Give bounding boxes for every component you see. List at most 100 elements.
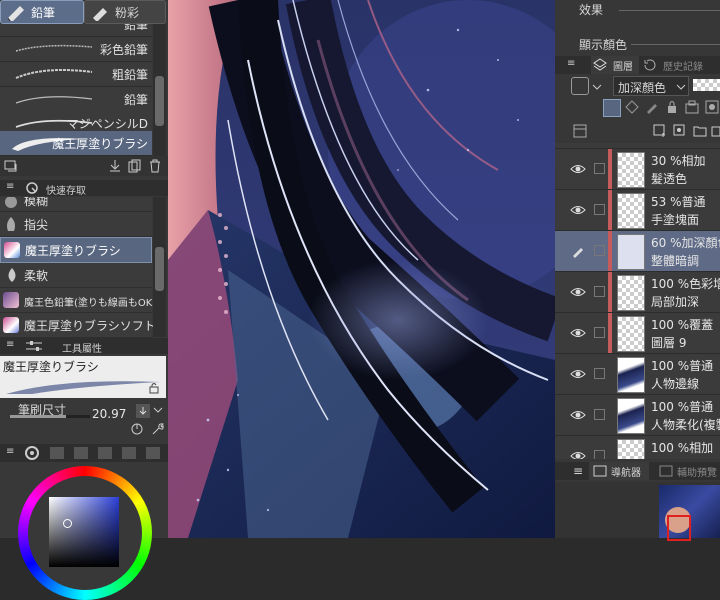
menu-icon[interactable]: ≡ (6, 181, 14, 192)
color-wheel-header[interactable]: ≡ (0, 444, 168, 462)
layer-checkbox[interactable] (594, 450, 605, 459)
quick-item-blur[interactable]: 模糊 (0, 197, 152, 212)
navigator-preview[interactable] (555, 482, 720, 541)
quick-item-finger[interactable]: 指尖 (0, 212, 152, 237)
new-folder-icon[interactable] (693, 124, 707, 138)
subtool-item-color-pencil[interactable]: 彩色鉛筆 (0, 37, 152, 62)
scroll-thumb[interactable] (155, 76, 164, 126)
eye-icon[interactable] (570, 366, 586, 382)
brush-size-value[interactable]: 20.97 (92, 407, 126, 421)
copy-icon[interactable] (128, 159, 142, 173)
layer-row[interactable]: 53 %普通 手塗塊面 (555, 190, 720, 231)
quick-access-icon (26, 182, 38, 194)
quick-access-scrollbar[interactable] (153, 197, 166, 337)
scroll-thumb[interactable] (155, 247, 164, 291)
color-picker-cursor[interactable] (63, 519, 72, 528)
menu-icon[interactable]: ≡ (6, 446, 14, 457)
layer-row[interactable]: 60 %加深顏色整體暗調 (555, 231, 720, 272)
color-wheel[interactable] (18, 466, 152, 600)
eye-icon[interactable] (570, 161, 586, 177)
quick-item-color-pencil[interactable]: 魔王色鉛筆(塗りも線画もOK！) (0, 288, 166, 313)
pen-edit-icon[interactable] (570, 243, 586, 259)
layer-checkbox[interactable] (594, 409, 605, 420)
layer-properties-icon[interactable] (573, 124, 587, 138)
trash-icon[interactable] (148, 159, 162, 173)
color-tab-icon[interactable] (74, 447, 88, 459)
color-tab-icon[interactable] (50, 447, 64, 459)
tab-history[interactable]: 歷史記錄 (641, 56, 711, 74)
opacity-slider[interactable] (693, 79, 720, 91)
color-tab-icon[interactable] (122, 447, 136, 459)
draft-layer-icon[interactable] (645, 100, 659, 114)
new-vector-layer-icon[interactable] (673, 124, 687, 138)
layer-mode-opacity: 100 %色彩增值 (651, 277, 720, 291)
brush-size-slider[interactable] (10, 415, 90, 418)
layer-checkbox[interactable] (594, 286, 605, 297)
tab-navigator[interactable]: 導航器 (589, 462, 649, 480)
eye-icon[interactable] (570, 325, 586, 341)
settings-icon[interactable] (4, 159, 18, 173)
menu-icon[interactable]: ≡ (567, 58, 575, 69)
lock-icon[interactable] (665, 100, 679, 114)
eye-icon[interactable] (570, 284, 586, 300)
lock-transparent-icon[interactable] (685, 100, 699, 114)
effects-label: 效果 (579, 3, 604, 17)
quick-access-header[interactable]: ≡ 快速存取 (0, 180, 168, 197)
tab-layers[interactable]: 圖層 (591, 56, 639, 74)
tab-pencil[interactable]: 鉛筆 (0, 0, 84, 24)
tab-sub-view[interactable]: 輔助預覽 (655, 462, 720, 480)
eye-icon[interactable] (570, 448, 586, 459)
layer-checkbox[interactable] (594, 327, 605, 338)
subtool-item-pencil[interactable]: 鉛筆 (0, 87, 152, 112)
layer-checkbox[interactable] (594, 245, 605, 256)
tool-property-header[interactable]: ≡ 工具屬性 (0, 338, 168, 355)
decrement-icon[interactable] (136, 404, 150, 418)
eye-icon[interactable] (570, 202, 586, 218)
layer-row[interactable]: 100 %相加 (555, 436, 720, 459)
menu-icon[interactable]: ≡ (573, 464, 583, 478)
layer-row[interactable]: 100 %普通人物柔化(複製) (555, 395, 720, 436)
chevron-down-icon[interactable] (592, 82, 602, 92)
left-panel: 鉛筆 粉彩 鉛筆 彩色鉛筆 粗鉛筆 鉛筆 マジペンシルD 魔王厚塗りブラシ ≡ (0, 0, 168, 600)
subtool-item-maou-brush[interactable]: 魔王厚塗りブラシ (0, 131, 152, 156)
quick-item-soft[interactable]: 柔軟 (0, 263, 152, 288)
layer-row[interactable]: 30 %相加 髮透色 (555, 149, 720, 190)
tab-pastel[interactable]: 粉彩 (84, 0, 166, 24)
color-tab-icon[interactable] (98, 447, 112, 459)
layer-checkbox[interactable] (594, 163, 605, 174)
layer-thumbnail (617, 234, 645, 270)
subtool-item-thick-pencil[interactable]: 粗鉛筆 (0, 62, 152, 87)
brush-shape-icon[interactable] (130, 422, 144, 436)
wrench-icon[interactable] (150, 422, 164, 436)
layer-checkbox[interactable] (594, 204, 605, 215)
color-wheel-tab-icon[interactable] (25, 446, 39, 460)
reference-layer-icon[interactable] (625, 100, 639, 114)
quick-item-maou-brush[interactable]: 魔王厚塗りブラシ (0, 237, 152, 263)
subtool-scrollbar[interactable] (153, 24, 166, 156)
download-icon[interactable] (108, 159, 122, 173)
eye-icon[interactable] (570, 407, 586, 423)
layer-color-bar (608, 149, 612, 189)
layer-thumbnail (617, 275, 645, 311)
saturation-value-square[interactable] (49, 497, 119, 567)
color-tab-icon[interactable] (146, 447, 160, 459)
layer-row[interactable]: 100 %色彩增值局部加深 (555, 272, 720, 313)
viewport-frame[interactable] (667, 515, 691, 541)
menu-icon[interactable]: ≡ (6, 339, 14, 350)
lock-icon[interactable] (148, 382, 160, 394)
duplicate-icon[interactable] (711, 124, 720, 138)
new-raster-layer-icon[interactable] (653, 124, 667, 138)
quick-item-maou-brush-soft[interactable]: 魔王厚塗りブラシソフト (0, 313, 156, 338)
expand-icon[interactable] (153, 404, 163, 418)
layer-checkbox[interactable] (594, 368, 605, 379)
layer-row[interactable]: 100 %普通 人物邊線 (555, 354, 720, 395)
subtool-item-clipped[interactable]: 鉛筆 (0, 24, 152, 37)
layer-color-swatch[interactable] (571, 77, 589, 95)
layer-row-clipped[interactable] (555, 143, 720, 148)
mask-icon[interactable] (705, 100, 719, 114)
soft-icon (8, 268, 16, 282)
drawing-canvas[interactable] (168, 0, 555, 538)
blend-mode-select[interactable]: 加深顏色 (613, 76, 689, 96)
clip-to-layer-below-icon[interactable] (603, 99, 621, 117)
layer-row[interactable]: 100 %覆蓋 圖層 9 (555, 313, 720, 354)
